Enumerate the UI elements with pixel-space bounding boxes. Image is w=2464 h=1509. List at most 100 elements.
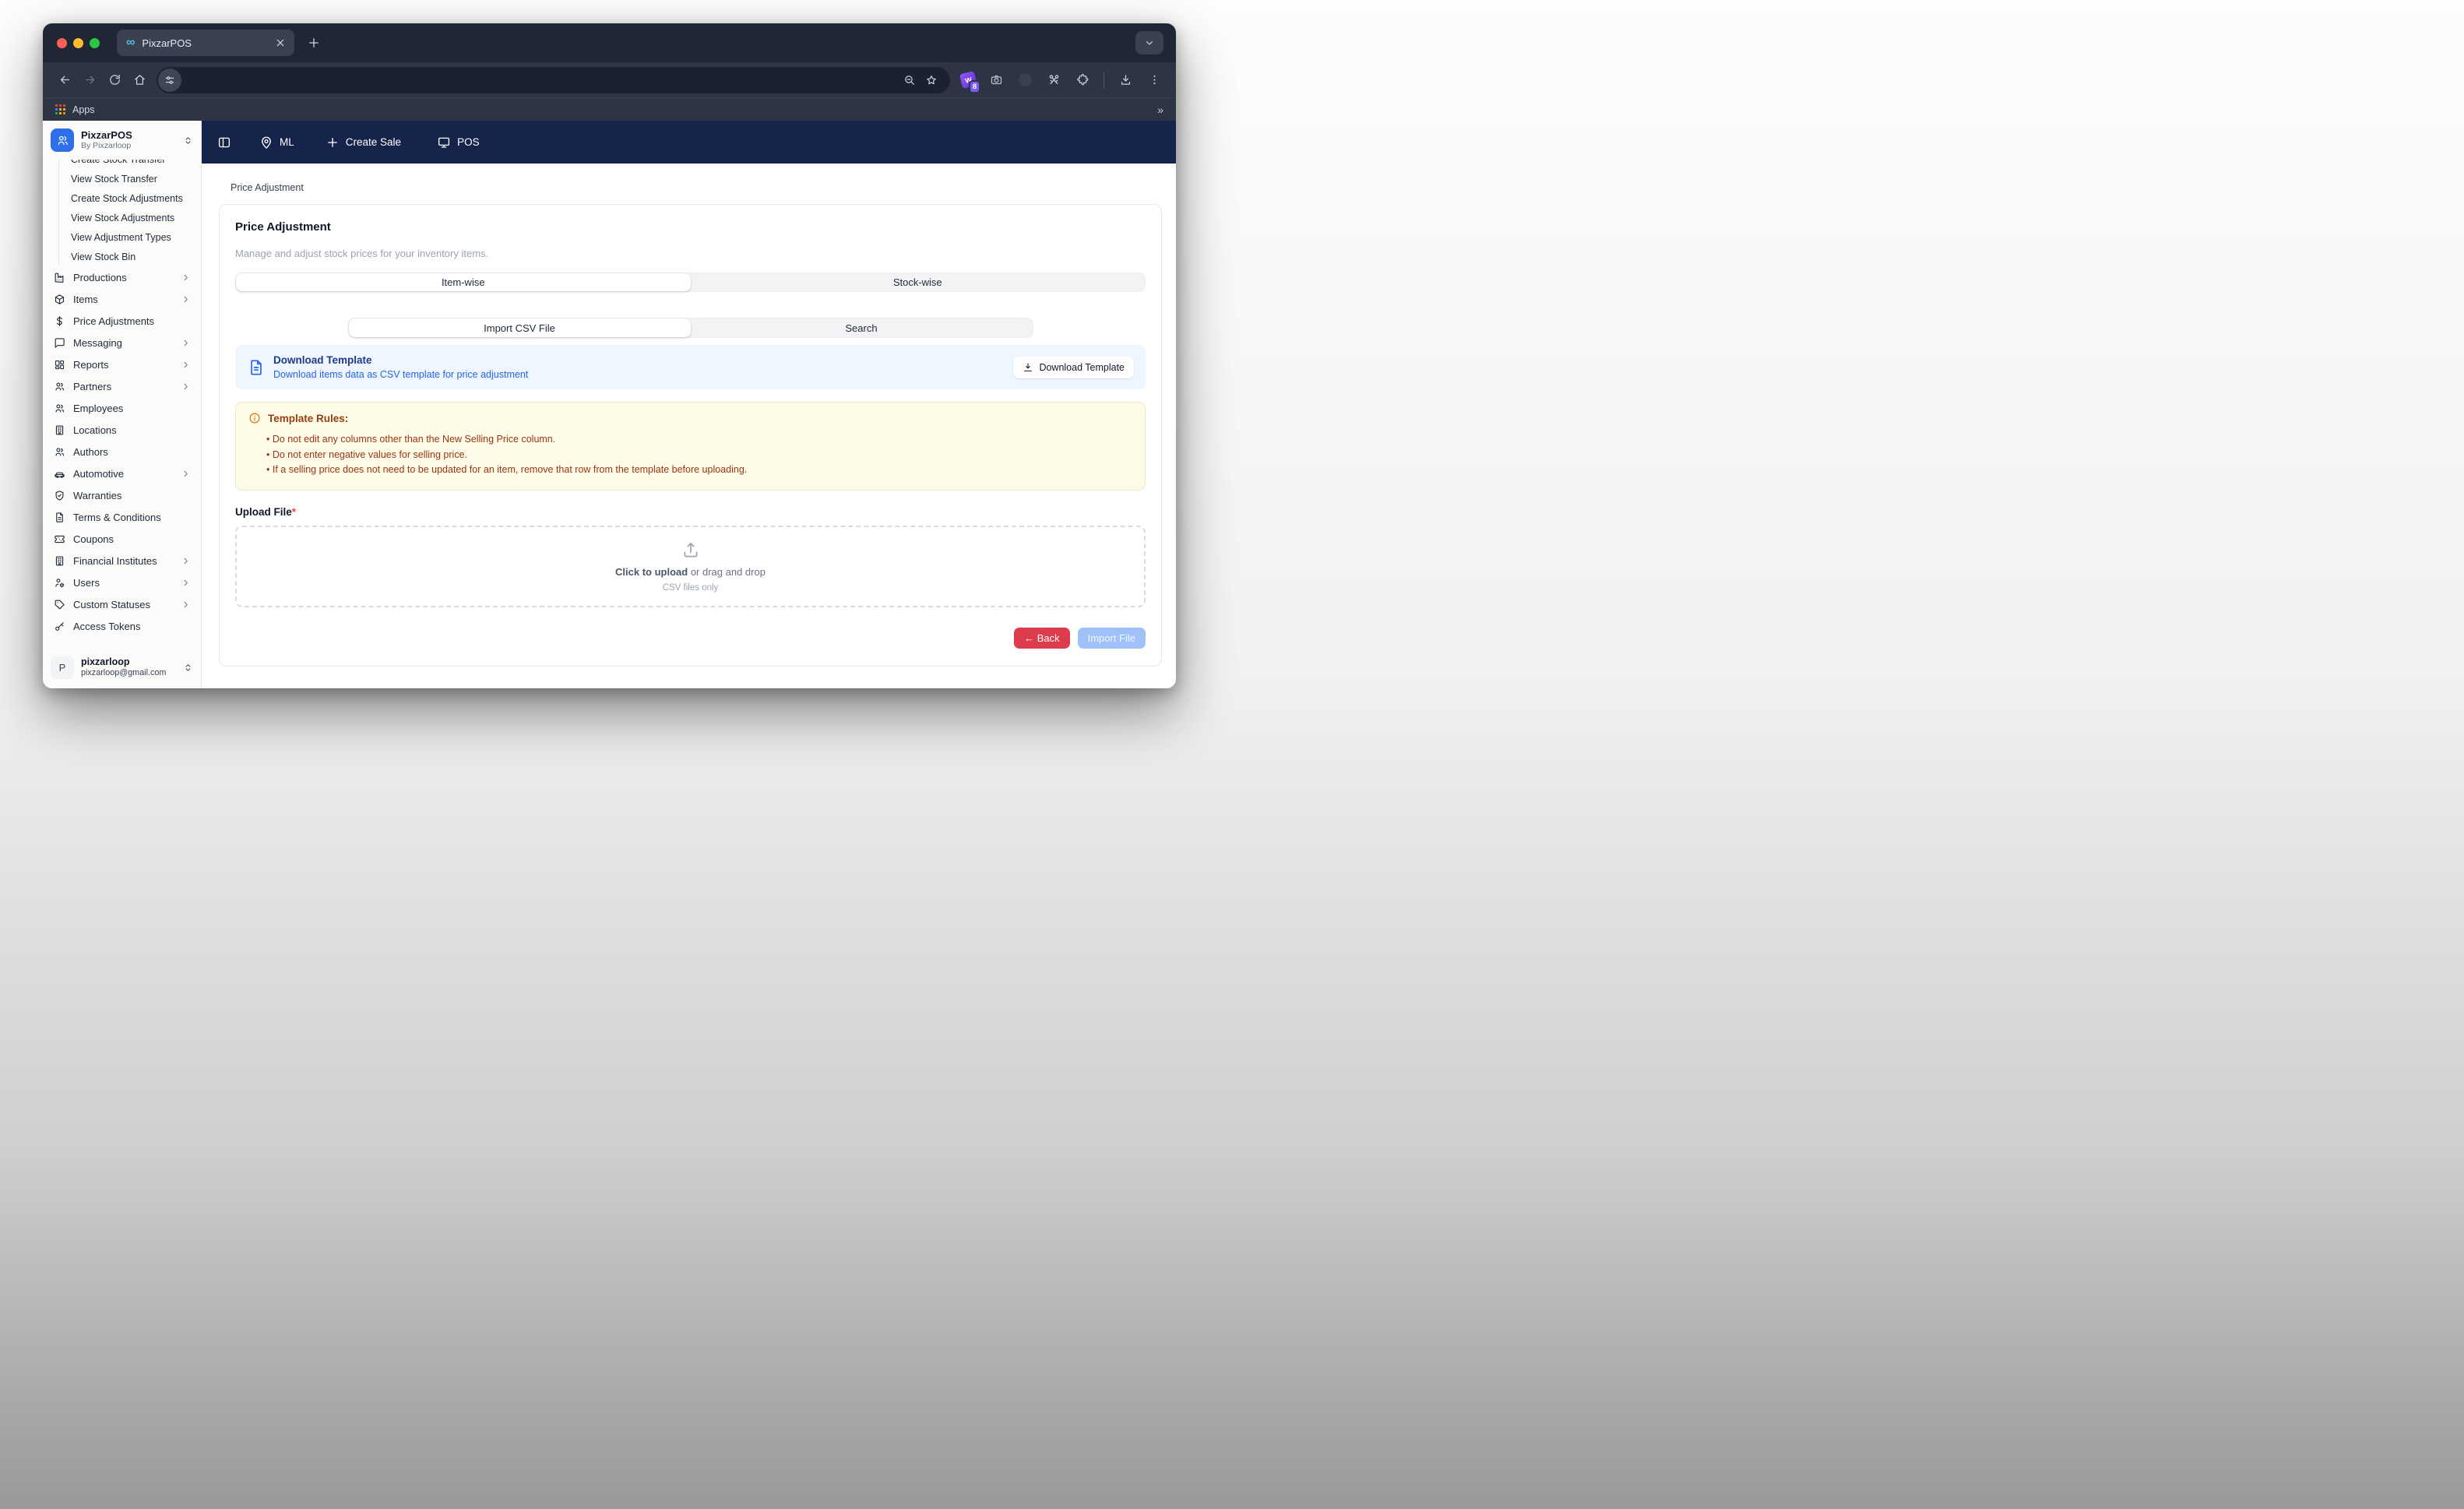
- page-content: Price Adjustment Price Adjustment Manage…: [202, 164, 1176, 688]
- back-button[interactable]: [52, 68, 77, 93]
- site-favicon: ∞: [126, 36, 136, 49]
- sidebar-item-price-adjustments[interactable]: Price Adjustments: [49, 310, 195, 332]
- dropzone-text: Click to upload or drag and drop: [615, 566, 766, 578]
- chat-icon: [54, 337, 65, 349]
- sidebar-item-coupons[interactable]: Coupons: [49, 528, 195, 550]
- account-switcher[interactable]: P pixzarloop pixzarloop@gmail.com: [43, 649, 201, 688]
- extension-badge: 8: [969, 79, 980, 93]
- app-byline: By Pixzarloop: [81, 141, 132, 150]
- browser-toolbar: w 8: [43, 62, 1176, 97]
- app-top-bar: ML Create Sale POS: [202, 121, 1176, 164]
- sidebar-item-partners[interactable]: Partners: [49, 375, 195, 397]
- download-template-button[interactable]: Download Template: [1013, 356, 1134, 378]
- sidebar-item-productions[interactable]: Productions: [49, 266, 195, 288]
- plus-icon: [326, 135, 340, 149]
- location-selector[interactable]: ML: [259, 135, 294, 149]
- user-gear-icon: [54, 577, 65, 589]
- close-window-button[interactable]: [57, 37, 67, 48]
- sidebar-item-financial-institutes[interactable]: Financial Institutes: [49, 550, 195, 572]
- apps-bookmark[interactable]: Apps: [72, 104, 95, 115]
- tab-stock-wise[interactable]: Stock-wise: [691, 273, 1146, 291]
- import-file-button[interactable]: Import File: [1077, 627, 1146, 649]
- template-rules-title: Template Rules:: [268, 412, 349, 424]
- template-rules-panel: Template Rules: • Do not edit any column…: [235, 402, 1146, 491]
- breadcrumb: Price Adjustment: [231, 182, 304, 193]
- sidebar-item-items[interactable]: Items: [49, 288, 195, 310]
- password-keys-extension-icon[interactable]: [1041, 68, 1066, 93]
- reload-button[interactable]: [102, 68, 127, 93]
- upload-file-label: Upload File*: [235, 505, 297, 518]
- zoom-out-icon[interactable]: [899, 69, 920, 91]
- workspace-switcher[interactable]: PixzarPOS By Pixzarloop: [43, 121, 201, 160]
- chevron-right-icon: [181, 339, 190, 347]
- dropzone-hint: CSV files only: [662, 583, 719, 593]
- camera-extension-icon[interactable]: [984, 68, 1008, 93]
- home-button[interactable]: [127, 68, 152, 93]
- disabled-extension-icon[interactable]: [1012, 68, 1037, 93]
- pos-button[interactable]: POS: [437, 135, 480, 149]
- rule-item: • If a selling price does not need to be…: [266, 464, 748, 475]
- close-tab-icon[interactable]: [274, 37, 287, 49]
- maximize-window-button[interactable]: [90, 37, 100, 48]
- sidebar-toggle-icon[interactable]: [217, 135, 231, 149]
- sidebar-item-view-stock-adjustments[interactable]: View Stock Adjustments: [58, 208, 195, 227]
- info-icon: [248, 412, 261, 424]
- bookmarks-overflow-chevrons[interactable]: »: [1157, 104, 1163, 116]
- page-subtitle: Manage and adjust stock prices for your …: [235, 248, 489, 259]
- shield-check-icon: [54, 490, 65, 501]
- sidebar-item-automotive[interactable]: Automotive: [49, 463, 195, 484]
- tab-search[interactable]: Search: [691, 318, 1033, 337]
- file-dropzone[interactable]: Click to upload or drag and drop CSV fil…: [235, 525, 1146, 607]
- downloads-icon[interactable]: [1113, 68, 1138, 93]
- extensions-puzzle-icon[interactable]: [1070, 68, 1095, 93]
- sidebar-item-locations[interactable]: Locations: [49, 419, 195, 441]
- sidebar-item-employees[interactable]: Employees: [49, 397, 195, 419]
- people-icon: [54, 446, 65, 458]
- box-icon: [54, 294, 65, 305]
- download-template-panel: Download Template Download items data as…: [235, 345, 1146, 389]
- chevron-down-icon: [1143, 37, 1156, 49]
- site-settings-button[interactable]: [158, 68, 181, 92]
- form-actions: ← Back Import File: [235, 627, 1146, 649]
- monitor-icon: [437, 135, 451, 149]
- browser-window: ∞ PixzarPOS w 8 Apps » PixzarPOS By Pixz…: [43, 23, 1176, 688]
- browser-menu-icon[interactable]: [1142, 68, 1167, 93]
- bookmark-star-icon[interactable]: [920, 69, 942, 91]
- sidebar-item-reports[interactable]: Reports: [49, 354, 195, 375]
- sidebar-item-terms-conditions[interactable]: Terms & Conditions: [49, 506, 195, 528]
- sidebar-item-authors[interactable]: Authors: [49, 441, 195, 463]
- required-asterisk: *: [291, 505, 297, 518]
- tab-item-wise[interactable]: Item-wise: [236, 273, 691, 291]
- minimize-window-button[interactable]: [73, 37, 83, 48]
- bank-icon: [54, 555, 65, 567]
- forward-button[interactable]: [77, 68, 102, 93]
- create-sale-button[interactable]: Create Sale: [326, 135, 401, 149]
- sidebar-item-users[interactable]: Users: [49, 572, 195, 593]
- back-button[interactable]: ← Back: [1014, 627, 1070, 649]
- mode-tabs: Item-wise Stock-wise: [235, 273, 1146, 292]
- browser-tab[interactable]: ∞ PixzarPOS: [117, 30, 294, 56]
- sidebar-item-view-stock-transfer[interactable]: View Stock Transfer: [58, 169, 195, 188]
- upload-icon: [681, 540, 701, 560]
- ticket-icon: [54, 533, 65, 545]
- tag-icon: [54, 599, 65, 610]
- tab-import-csv[interactable]: Import CSV File: [348, 318, 691, 337]
- sidebar-item-create-stock-transfer[interactable]: Create Stock Transfer: [58, 160, 195, 169]
- sidebar-item-warranties[interactable]: Warranties: [49, 484, 195, 506]
- sidebar-item-view-stock-bin[interactable]: View Stock Bin: [58, 247, 195, 266]
- sidebar-item-custom-statuses[interactable]: Custom Statuses: [49, 593, 195, 615]
- tab-title: PixzarPOS: [142, 37, 192, 49]
- people-icon: [54, 403, 65, 414]
- window-controls: [57, 37, 100, 48]
- new-tab-icon[interactable]: [307, 36, 321, 50]
- address-bar[interactable]: [157, 66, 950, 93]
- download-template-title: Download Template: [273, 354, 372, 366]
- sidebar-item-messaging[interactable]: Messaging: [49, 332, 195, 354]
- sidebar-item-create-stock-adjustments[interactable]: Create Stock Adjustments: [58, 188, 195, 208]
- csv-file-icon: [248, 359, 265, 376]
- wappalyzer-extension-icon[interactable]: w 8: [956, 69, 980, 93]
- sidebar-item-access-tokens[interactable]: Access Tokens: [49, 615, 195, 637]
- page-title: Price Adjustment: [235, 220, 331, 234]
- tab-search-button[interactable]: [1135, 31, 1163, 55]
- sidebar-item-view-adjustment-types[interactable]: View Adjustment Types: [58, 227, 195, 247]
